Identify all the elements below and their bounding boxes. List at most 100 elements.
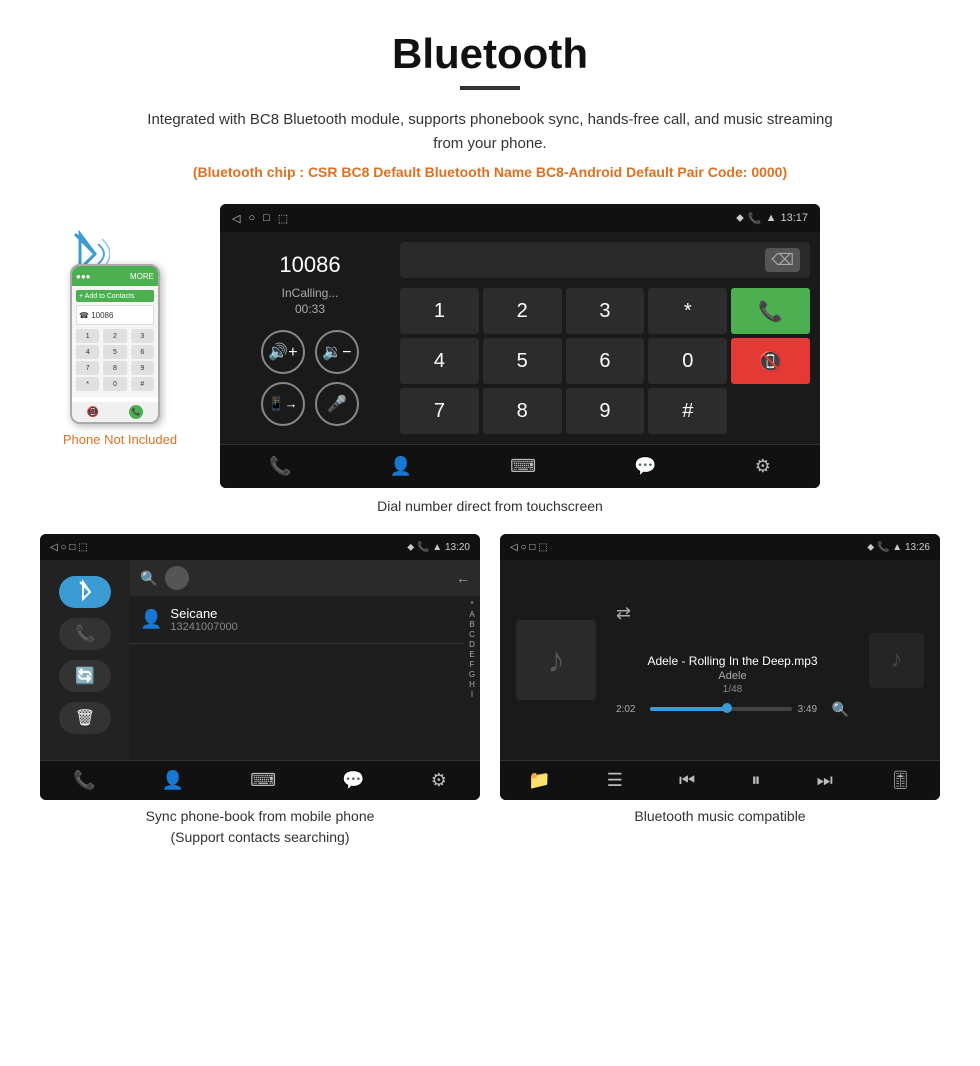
add-contacts-bar: + Add to Contacts <box>76 290 154 302</box>
pb-nav-messages[interactable]: 💬 <box>342 770 364 791</box>
pb-delete-icon[interactable]: 🗑 <box>59 702 111 734</box>
pb-alpha-list: * A B C D E F G H I <box>464 596 480 760</box>
intro-text: Integrated with BC8 Bluetooth module, su… <box>140 108 840 156</box>
key-1[interactable]: 1 <box>400 288 479 334</box>
phone-mockup: ●●● MORE + Add to Contacts ☎ 10086 1 2 3… <box>70 264 160 424</box>
page-container: Bluetooth Integrated with BC8 Bluetooth … <box>0 0 980 888</box>
music-progress-bar <box>650 707 792 711</box>
music-search-icon[interactable]: 🔍 <box>832 701 849 718</box>
dial-left: 10086 InCalling... 00:33 🔊+ 🔉− 📱→ 🎤 <box>230 242 390 434</box>
pb-nav-settings[interactable]: ⚙ <box>431 770 447 791</box>
mute-btn[interactable]: 🎤 <box>315 382 359 426</box>
dial-input-row: ⌫ <box>400 242 810 278</box>
key-5: 5 <box>103 345 126 359</box>
pb-contact-number: 13241007000 <box>170 621 454 633</box>
dial-backspace[interactable]: ⌫ <box>765 248 800 272</box>
pb-nav-contacts[interactable]: 👤 <box>162 770 184 791</box>
key-8[interactable]: 8 <box>483 388 562 434</box>
music-nav-prev[interactable]: ⏮ <box>679 770 695 791</box>
status-right: ⬥ 📞 ▲ 13:17 <box>736 212 808 225</box>
pb-nav-dialpad[interactable]: ⌨ <box>250 770 276 791</box>
phone-display: ☎ 10086 <box>76 305 154 325</box>
key-7: 7 <box>76 361 99 375</box>
phone-row-3: 7 8 9 <box>76 361 154 375</box>
nav-settings-icon[interactable]: ⚙ <box>755 456 771 477</box>
back-icon: ◁ <box>232 212 240 225</box>
phone-signal-icon: 📞 <box>748 212 762 225</box>
nav-contacts-icon[interactable]: 👤 <box>390 456 412 477</box>
music-status-bar: ◁ ○ □ ⬚ ⬥ 📞 ▲ 13:26 <box>500 534 940 560</box>
dial-ctrl-row-1: 🔊+ 🔉− <box>261 330 359 374</box>
music-nav-next[interactable]: ⏭ <box>817 770 833 791</box>
pb-sync-icon[interactable]: 🔄 <box>59 660 111 692</box>
phone-content: + Add to Contacts ☎ 10086 1 2 3 4 5 6 <box>72 286 158 397</box>
main-row: ●●● MORE + Add to Contacts ☎ 10086 1 2 3… <box>40 204 940 488</box>
music-caption: Bluetooth music compatible <box>500 806 940 848</box>
pb-content-area: 👤 Seicane 13241007000 * A B C <box>130 596 480 760</box>
nav-messages-icon[interactable]: 💬 <box>634 456 656 477</box>
key-call-green[interactable]: 📞 <box>731 288 810 334</box>
key-3: 3 <box>131 329 154 343</box>
key-2[interactable]: 2 <box>483 288 562 334</box>
end-call-icon: 📵 <box>87 407 99 418</box>
time-display: 13:17 <box>780 212 808 224</box>
android-dial-screen: ◁ ○ □ ⬚ ⬥ 📞 ▲ 13:17 10086 InCalling... <box>220 204 820 488</box>
key-end-call[interactable]: 📵 <box>731 338 810 384</box>
music-progress-fill <box>650 707 728 711</box>
pb-main: 🔍 ← 👤 Seicane 13241007000 <box>130 560 480 760</box>
music-nav-eq[interactable]: 🎚 <box>889 770 912 791</box>
nav-dialpad-icon[interactable]: ⌨ <box>510 456 536 477</box>
phone-bottom-bar: 📵 📞 <box>72 402 158 422</box>
album-art-main: ♪ <box>516 620 596 700</box>
pb-status-left: ◁ ○ □ ⬚ <box>50 542 88 553</box>
key-4[interactable]: 4 <box>400 338 479 384</box>
pb-contact-row: 👤 Seicane 13241007000 <box>130 596 464 644</box>
bottom-row: ◁ ○ □ ⬚ ⬥ 📞 ▲ 13:20 📞 🔄 🗑 <box>40 534 940 800</box>
pb-search-circle <box>165 566 189 590</box>
wifi-icon: ▲ <box>766 212 777 224</box>
pb-search-bar: 🔍 ← <box>130 560 480 596</box>
pb-contact-person-icon: 👤 <box>140 609 162 630</box>
volume-up-btn[interactable]: 🔊+ <box>261 330 305 374</box>
key-1: 1 <box>76 329 99 343</box>
music-nav-play[interactable]: ⏸ <box>751 770 760 791</box>
dial-right: ⌫ 1 2 3 * 📞 4 5 6 0 <box>400 242 810 434</box>
key-2: 2 <box>103 329 126 343</box>
call-btn: 📞 <box>129 405 143 419</box>
phone-aside: ●●● MORE + Add to Contacts ☎ 10086 1 2 3… <box>40 204 200 447</box>
album-art-secondary: ♪ <box>869 633 924 688</box>
pb-nav-call[interactable]: 📞 <box>73 770 95 791</box>
key-6[interactable]: 6 <box>566 338 645 384</box>
phone-row-1: 1 2 3 <box>76 329 154 343</box>
key-star[interactable]: * <box>648 288 727 334</box>
key-9: 9 <box>131 361 154 375</box>
music-time-current: 2:02 <box>616 704 644 715</box>
pb-bt-icon[interactable] <box>59 576 111 608</box>
dial-status: InCalling... <box>282 286 339 300</box>
bt-sidebar-icon <box>74 578 96 606</box>
status-left: ◁ ○ □ ⬚ <box>232 212 288 225</box>
music-nav-list[interactable]: ☰ <box>607 770 623 791</box>
pb-back-arrow: ← <box>456 570 470 586</box>
key-0-numpad[interactable]: 0 <box>648 338 727 384</box>
key-3[interactable]: 3 <box>566 288 645 334</box>
key-5[interactable]: 5 <box>483 338 562 384</box>
music-artist: Adele <box>718 670 746 682</box>
pb-search-icon: 🔍 <box>140 570 157 587</box>
phone-top-bar: ●●● MORE <box>72 266 158 286</box>
volume-down-btn[interactable]: 🔉− <box>315 330 359 374</box>
transfer-btn[interactable]: 📱→ <box>261 382 305 426</box>
key-7[interactable]: 7 <box>400 388 479 434</box>
music-title: Adele - Rolling In the Deep.mp3 <box>647 654 817 668</box>
dial-timer: 00:33 <box>295 302 325 316</box>
pb-bottom-nav: 📞 👤 ⌨ 💬 ⚙ <box>40 760 480 800</box>
key-9[interactable]: 9 <box>566 388 645 434</box>
music-nav-folder[interactable]: 📁 <box>528 770 550 791</box>
pb-call-icon[interactable]: 📞 <box>59 618 111 650</box>
recents-icon: □ <box>263 212 270 224</box>
key-hash-numpad[interactable]: # <box>648 388 727 434</box>
nav-call-icon[interactable]: 📞 <box>269 456 291 477</box>
location-icon: ⬥ <box>736 212 744 225</box>
pb-body: 📞 🔄 🗑 🔍 ← 👤 <box>40 560 480 760</box>
music-progress-row: 2:02 3:49 🔍 <box>616 701 849 718</box>
